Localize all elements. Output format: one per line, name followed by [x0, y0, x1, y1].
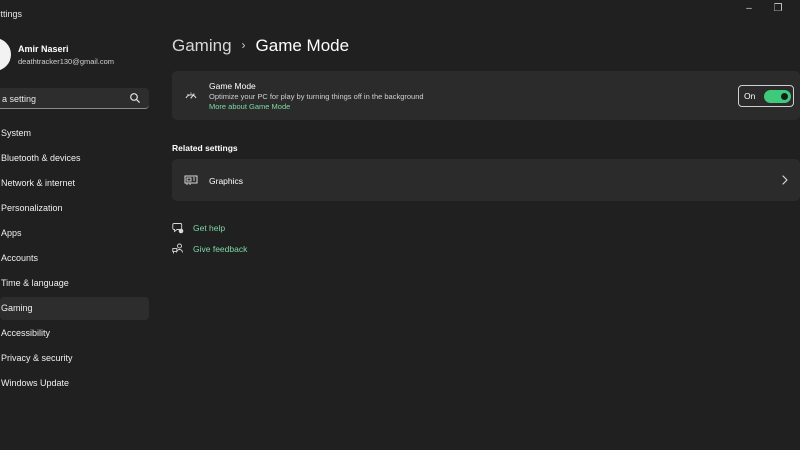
- toggle-knob: [781, 93, 788, 100]
- search-box[interactable]: [0, 88, 149, 109]
- search-input[interactable]: [2, 91, 122, 106]
- search-icon[interactable]: [129, 92, 141, 104]
- restore-button[interactable]: ❐: [771, 2, 785, 16]
- sidebar-nav: System Bluetooth & devices Network & int…: [0, 122, 155, 397]
- sidebar-item-time-language[interactable]: Time & language: [0, 272, 149, 295]
- give-feedback-label: Give feedback: [193, 244, 248, 254]
- game-mode-toggle[interactable]: [764, 90, 791, 103]
- page-title: Game Mode: [255, 36, 350, 55]
- sidebar: Amir Naseri deathtracker130@gmail.com Sy…: [0, 30, 155, 450]
- minimize-button[interactable]: –: [742, 2, 756, 16]
- graphics-card-icon: [184, 175, 198, 185]
- game-mode-toggle-focus[interactable]: On: [738, 85, 794, 107]
- get-help-label: Get help: [193, 223, 226, 233]
- game-mode-description: Optimize your PC for play by turning thi…: [209, 92, 424, 101]
- related-settings-heading: Related settings: [172, 143, 238, 153]
- help-chat-icon: [172, 223, 184, 234]
- sidebar-item-apps[interactable]: Apps: [0, 222, 149, 245]
- give-feedback-link[interactable]: Give feedback: [172, 242, 312, 258]
- title-bar: Settings – ❐: [0, 0, 800, 30]
- more-about-game-mode-link[interactable]: More about Game Mode: [209, 102, 290, 111]
- sidebar-item-accessibility[interactable]: Accessibility: [0, 322, 149, 345]
- sidebar-item-network-internet[interactable]: Network & internet: [0, 172, 149, 195]
- breadcrumb-separator: ›: [241, 38, 246, 52]
- chevron-right-icon: [782, 175, 788, 185]
- game-mode-card: Game Mode Optimize your PC for play by t…: [172, 71, 800, 120]
- graphics-card[interactable]: Graphics: [172, 159, 800, 201]
- breadcrumb-parent-gaming[interactable]: Gaming: [172, 36, 232, 55]
- gauge-icon: [185, 92, 197, 99]
- sidebar-item-bluetooth-devices[interactable]: Bluetooth & devices: [0, 147, 149, 170]
- user-name: Amir Naseri: [18, 44, 69, 54]
- toggle-state-label: On: [744, 91, 756, 101]
- feedback-icon: [172, 243, 183, 254]
- sidebar-item-windows-update[interactable]: Windows Update: [0, 372, 149, 395]
- app-title: Settings: [0, 9, 22, 19]
- sidebar-item-privacy-security[interactable]: Privacy & security: [0, 347, 149, 370]
- user-email: deathtracker130@gmail.com: [18, 57, 114, 66]
- graphics-label: Graphics: [209, 176, 244, 186]
- sidebar-item-gaming[interactable]: Gaming: [0, 297, 149, 320]
- sidebar-item-system[interactable]: System: [0, 122, 149, 145]
- breadcrumb: Gaming › Game Mode: [172, 36, 349, 58]
- sidebar-item-accounts[interactable]: Accounts: [0, 247, 149, 270]
- get-help-link[interactable]: Get help: [172, 221, 312, 237]
- avatar[interactable]: [0, 38, 11, 71]
- game-mode-title: Game Mode: [209, 81, 256, 91]
- sidebar-item-personalization[interactable]: Personalization: [0, 197, 149, 220]
